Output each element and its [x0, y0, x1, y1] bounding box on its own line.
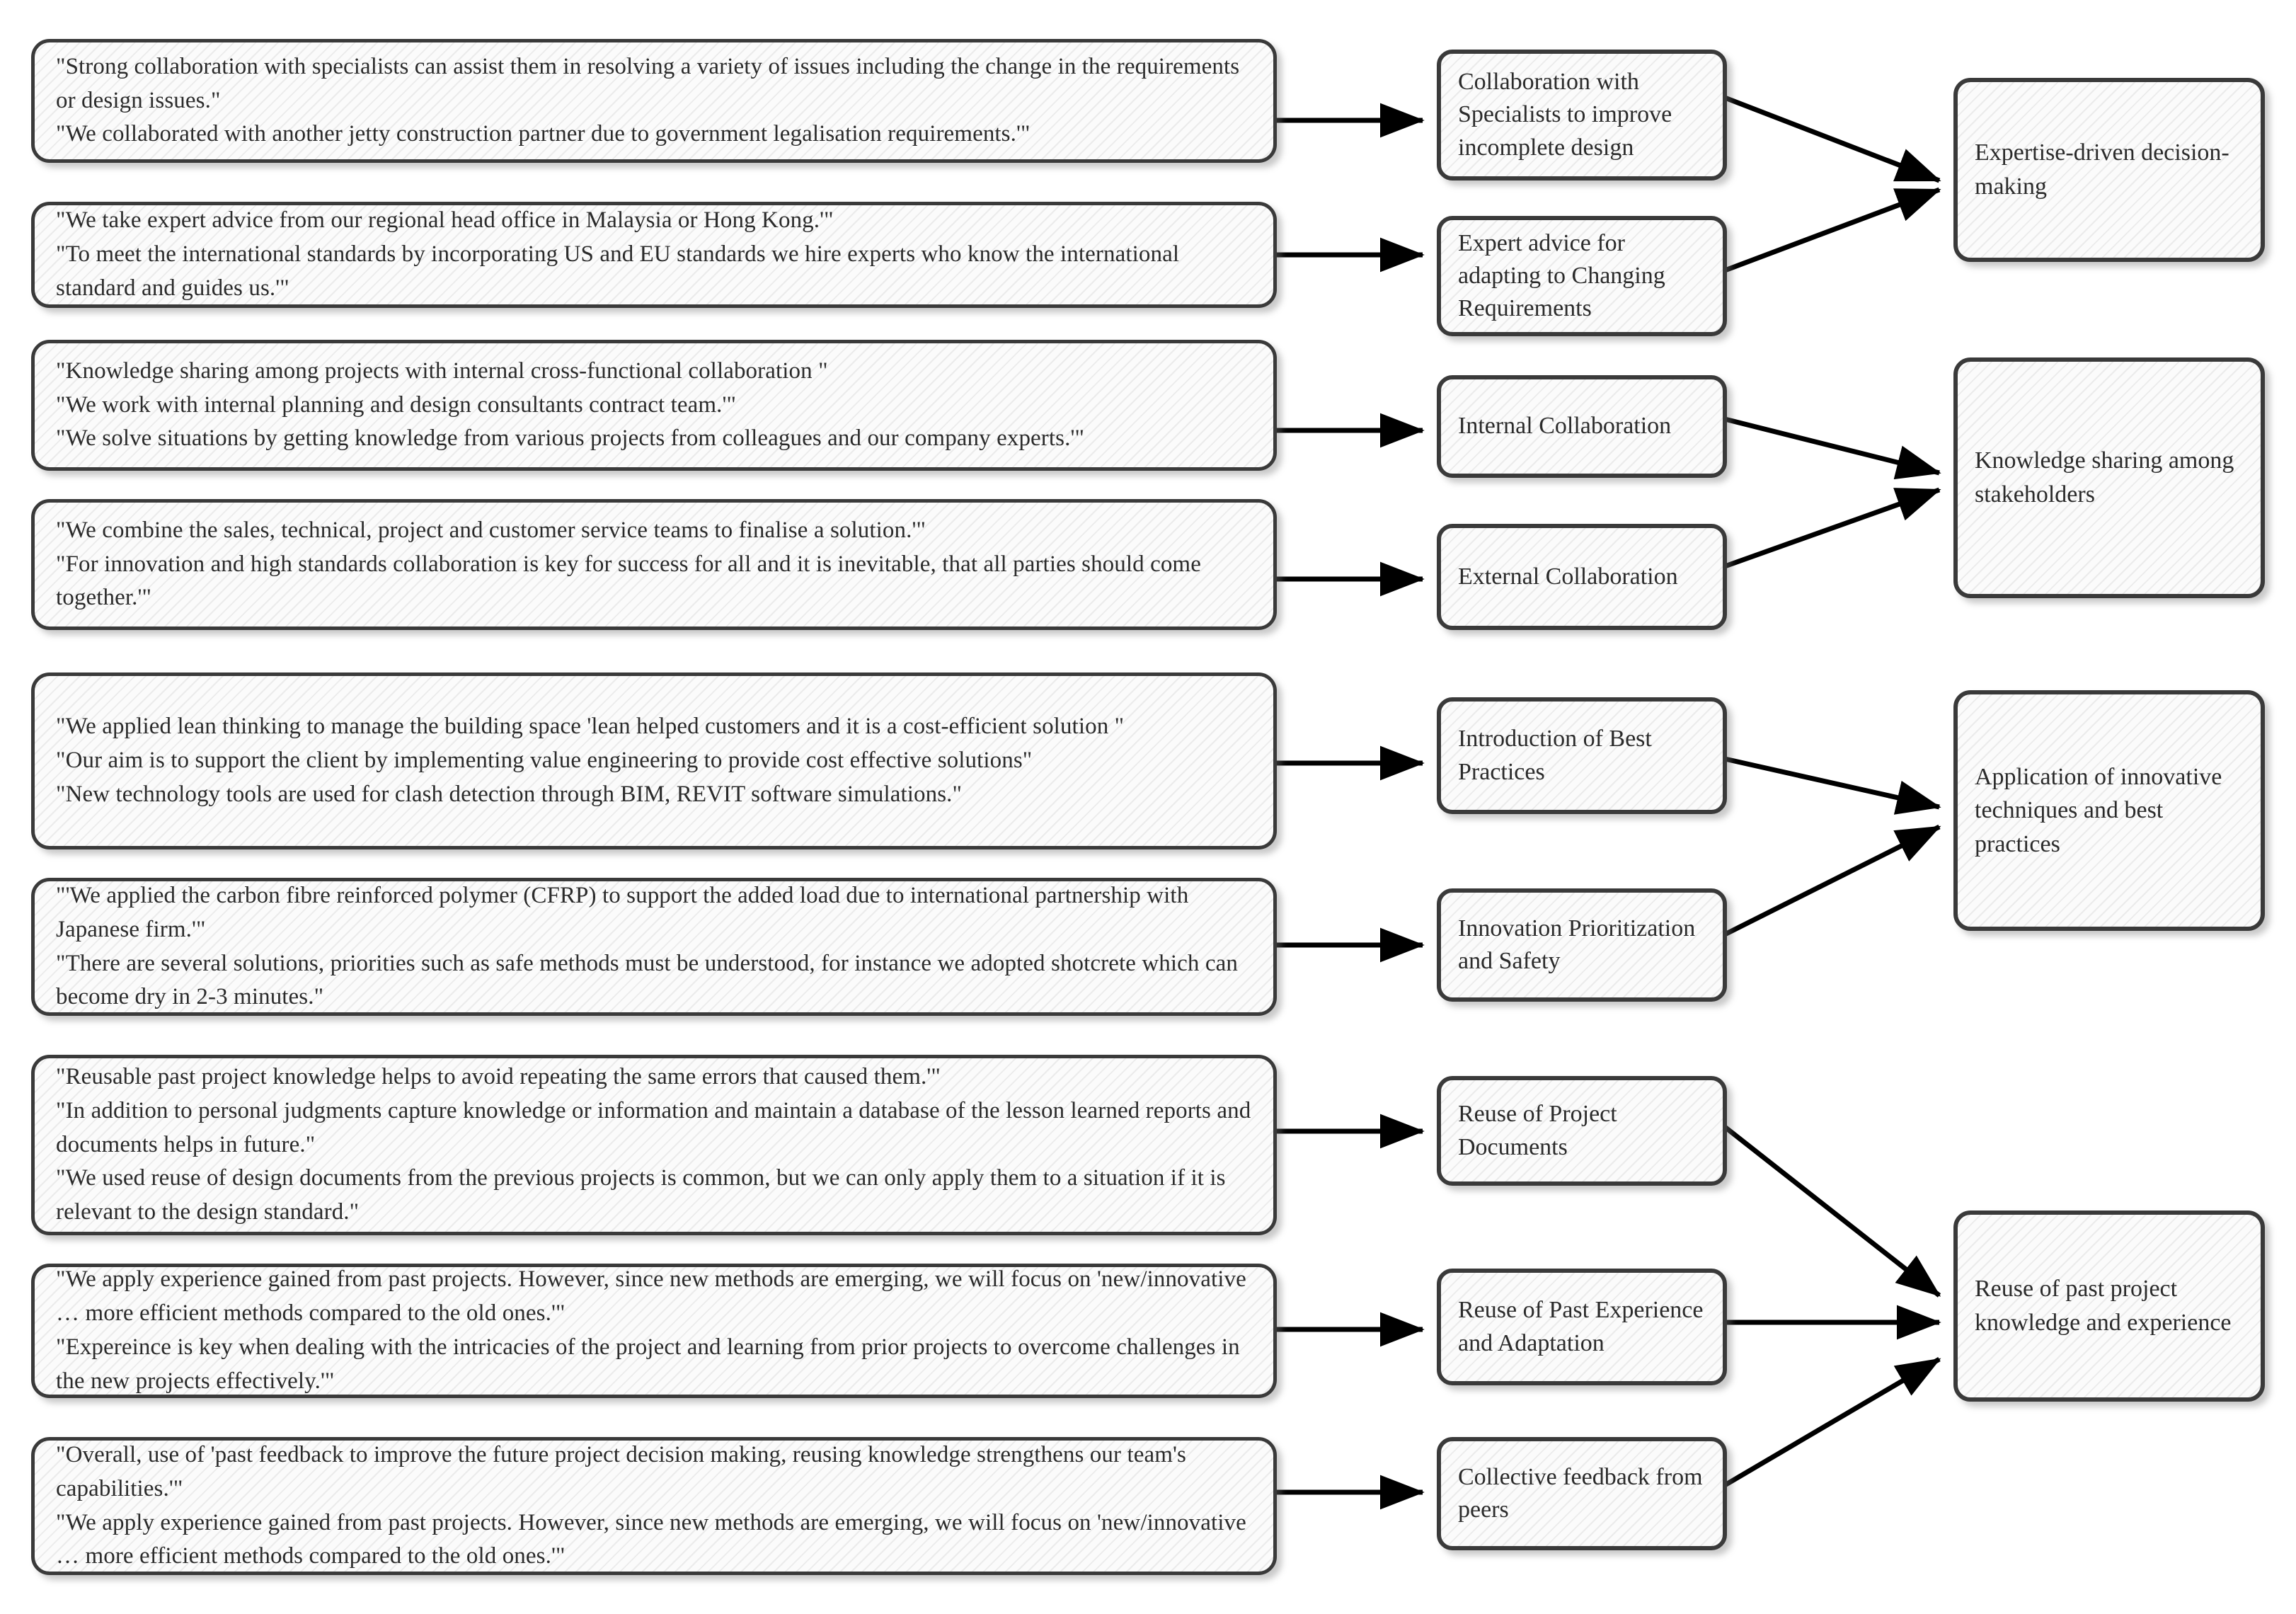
edge-c1-t1	[1723, 95, 1941, 183]
diagram-canvas: "Strong collaboration with specialists c…	[0, 0, 2296, 1614]
quote-box[interactable]: "Overall, use of 'past feedback to impro…	[31, 1437, 1277, 1575]
quote-box[interactable]: "We combine the sales, technical, projec…	[31, 499, 1277, 630]
theme-label: Reuse of past project knowledge and expe…	[1975, 1276, 2232, 1336]
quote-text: "Reusable past project knowledge helps t…	[56, 1063, 1251, 1225]
quote-box[interactable]: "'We applied the carbon fibre reinforced…	[31, 878, 1277, 1016]
code-box[interactable]: Innovation Prioritization and Safety	[1437, 888, 1727, 1002]
quote-box[interactable]: "We apply experience gained from past pr…	[31, 1264, 1277, 1398]
quote-text: "We combine the sales, technical, projec…	[56, 517, 1201, 611]
code-box[interactable]: Expert advice for adapting to Changing R…	[1437, 216, 1727, 336]
edge-c6-t3	[1723, 824, 1941, 937]
edge-c5-t3	[1724, 756, 1941, 815]
theme-label: Application of innovative techniques and…	[1975, 763, 2222, 857]
code-label: Introduction of Best Practices	[1458, 726, 1652, 785]
code-box[interactable]: Internal Collaboration	[1437, 375, 1727, 478]
code-label: External Collaboration	[1458, 563, 1678, 590]
code-label: Collective feedback from peers	[1458, 1463, 1703, 1523]
code-box[interactable]: External Collaboration	[1437, 524, 1727, 630]
theme-label: Knowledge sharing among stakeholders	[1975, 447, 2234, 508]
quote-text: "We applied lean thinking to manage the …	[56, 714, 1125, 807]
edge-c7-t4	[1723, 1125, 1941, 1298]
code-box[interactable]: Introduction of Best Practices	[1437, 697, 1727, 814]
theme-box[interactable]: Reuse of past project knowledge and expe…	[1953, 1210, 2265, 1402]
quote-box[interactable]: "Knowledge sharing among projects with i…	[31, 340, 1277, 471]
quote-text: "Strong collaboration with specialists c…	[56, 53, 1240, 147]
code-label: Reuse of Project Documents	[1458, 1101, 1617, 1160]
theme-label: Expertise-driven decision-making	[1975, 139, 2229, 200]
theme-box[interactable]: Knowledge sharing among stakeholders	[1953, 357, 2265, 598]
quote-text: "We apply experience gained from past pr…	[56, 1266, 1246, 1394]
quote-text: "Knowledge sharing among projects with i…	[56, 357, 1085, 452]
code-label: Innovation Prioritization and Safety	[1458, 915, 1696, 974]
edge-c3-t2	[1724, 416, 1941, 480]
code-box[interactable]: Collaboration with Specialists to improv…	[1437, 50, 1727, 181]
code-box[interactable]: Reuse of Project Documents	[1437, 1076, 1727, 1186]
quote-text: "We take expert advice from our regional…	[56, 207, 1180, 301]
edge-c2-t1	[1723, 187, 1941, 273]
quote-text: "'We applied the carbon fibre reinforced…	[56, 882, 1238, 1010]
code-label: Collaboration with Specialists to improv…	[1458, 69, 1672, 161]
code-label: Expert advice for adapting to Changing R…	[1458, 229, 1665, 322]
theme-box[interactable]: Expertise-driven decision-making	[1953, 78, 2265, 262]
quote-box[interactable]: "Reusable past project knowledge helps t…	[31, 1055, 1277, 1235]
code-label: Reuse of Past Experience and Adaptation	[1458, 1297, 1704, 1356]
quote-text: "Overall, use of 'past feedback to impro…	[56, 1441, 1246, 1569]
code-label: Internal Collaboration	[1458, 413, 1672, 440]
code-box[interactable]: Collective feedback from peers	[1437, 1437, 1727, 1550]
edge-c9-t4	[1723, 1356, 1941, 1488]
quote-box[interactable]: "Strong collaboration with specialists c…	[31, 39, 1277, 163]
theme-box[interactable]: Application of innovative techniques and…	[1953, 690, 2265, 931]
quote-box[interactable]: "We take expert advice from our regional…	[31, 202, 1277, 308]
edge-c4-t2	[1723, 487, 1941, 569]
code-box[interactable]: Reuse of Past Experience and Adaptation	[1437, 1269, 1727, 1385]
quote-box[interactable]: "We applied lean thinking to manage the …	[31, 672, 1277, 849]
